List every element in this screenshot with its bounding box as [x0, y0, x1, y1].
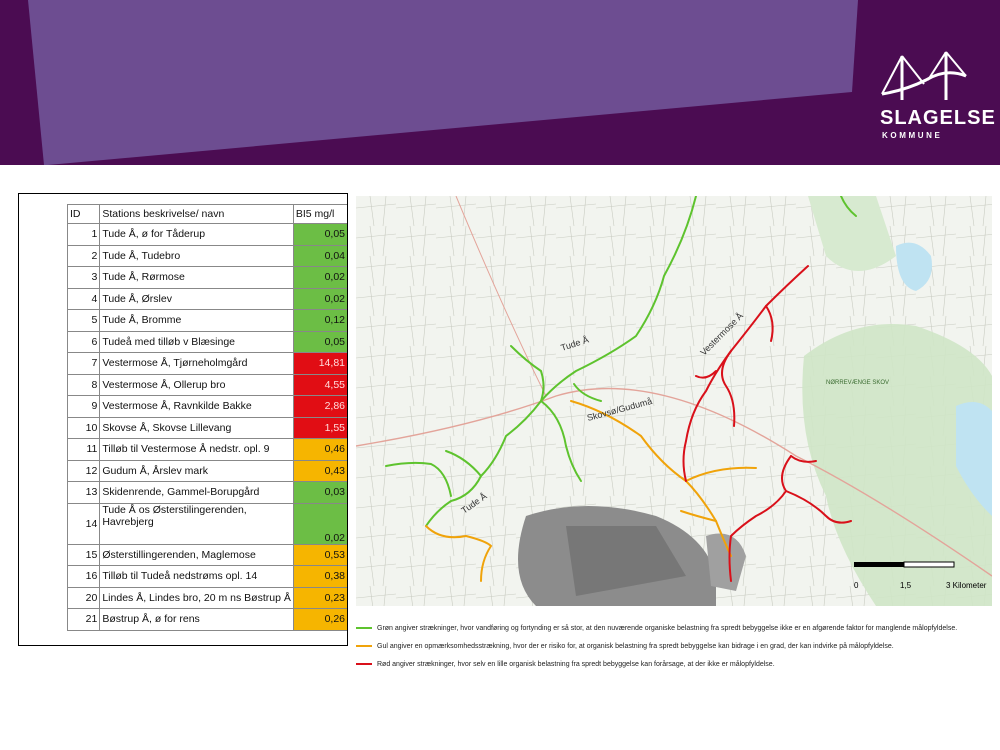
station-id: 6 [67, 330, 101, 353]
station-description: Tude Å, Rørmose [99, 266, 294, 289]
station-id: 11 [67, 438, 101, 461]
table-row: 11 Tilløb til Vestermose Å nedstr. opl. 9… [67, 438, 347, 461]
legend-green-swatch [356, 627, 372, 629]
station-id: 10 [67, 416, 101, 439]
legend-green-row: Grøn angiver strækninger, hvor vandførin… [356, 622, 957, 634]
station-description: Skidenrende, Gammel-Borupgård [99, 481, 294, 504]
station-table: ID Stations beskrivelse/ navn BI5 mg/l 1… [67, 204, 347, 631]
station-id: 15 [67, 543, 101, 566]
station-description: Tude Å, Bromme [99, 309, 294, 332]
station-id: 9 [67, 395, 101, 418]
bi5-value: 0,02 [292, 266, 347, 289]
bi5-value: 0,05 [292, 330, 347, 353]
table-row: 15 Østerstillingerenden, Maglemose 0,53 [67, 543, 347, 566]
map-label-forest: NØRREVÆNGE SKOV [826, 380, 889, 386]
table-row: 20 Lindes Å, Lindes bro, 20 m ns Bøstrup … [67, 586, 347, 609]
header-station: Stations beskrivelse/ navn [99, 204, 294, 224]
bi5-value: 0,43 [292, 459, 347, 482]
station-description: Tude Å, Ørslev [99, 287, 294, 310]
table-row: 13 Skidenrende, Gammel-Borupgård 0,03 [67, 481, 347, 504]
table-row: 8 Vestermose Å, Ollerup bro 4,55 [67, 373, 347, 396]
station-description: Bøstrup Å, ø for rens [99, 608, 294, 631]
station-id: 12 [67, 459, 101, 482]
bi5-value: 0,26 [292, 608, 347, 631]
table-row: 7 Vestermose Å, Tjørneholmgård 14,81 [67, 352, 347, 375]
bi5-value: 0,04 [292, 244, 347, 267]
station-id: 7 [67, 352, 101, 375]
station-description: Lindes Å, Lindes bro, 20 m ns Bøstrup Å [99, 586, 294, 609]
bi5-value: 0,38 [292, 565, 347, 588]
legend-yellow-text: Gul angiver en opmærksomhedsstrækning, h… [377, 642, 894, 650]
table-row: 10 Skovse Å, Skovse Lillevang 1,55 [67, 416, 347, 439]
station-description: Vestermose Å, Ollerup bro [99, 373, 294, 396]
station-description: Vestermose Å, Tjørneholmgård [99, 352, 294, 375]
bi5-value: 0,53 [292, 543, 347, 566]
legend-red-row: Rød angiver strækninger, hvor selv en li… [356, 658, 775, 670]
bi5-value: 0,23 [292, 586, 347, 609]
station-description: Gudum Å, Årslev mark [99, 459, 294, 482]
station-id: 2 [67, 244, 101, 267]
table-row: 4 Tude Å, Ørslev 0,02 [67, 287, 347, 310]
table-row: 12 Gudum Å, Årslev mark 0,43 [67, 459, 347, 482]
scale-0: 0 [854, 581, 859, 590]
brand-sub: KOMMUNE [882, 131, 943, 140]
bi5-value: 0,03 [292, 481, 347, 504]
station-id: 20 [67, 586, 101, 609]
station-id: 8 [67, 373, 101, 396]
station-description-line: Havrebjerg [102, 515, 154, 528]
legend-red-swatch [356, 663, 372, 665]
station-description: Tude Å, Tudebro [99, 244, 294, 267]
station-id: 5 [67, 309, 101, 332]
station-description-line: Tude Å os Østerstilingerenden, [102, 503, 247, 516]
table-row: 1 Tude Å, ø for Tåderup 0,05 [67, 223, 347, 246]
table-row: 3 Tude Å, Rørmose 0,02 [67, 266, 347, 289]
river-map: Tude Å Tude Å Vestermose Å Skovsø/Gudumå… [356, 196, 992, 606]
legend-yellow-row: Gul angiver en opmærksomhedsstrækning, h… [356, 640, 894, 652]
header-id: ID [67, 204, 101, 224]
legend-red-text: Rød angiver strækninger, hvor selv en li… [377, 660, 775, 668]
station-id: 16 [67, 565, 101, 588]
station-id: 4 [67, 287, 101, 310]
header-banner [0, 0, 1000, 165]
table-row: 6 Tudeå med tilløb v Blæsinge 0,05 [67, 330, 347, 353]
bi5-value: 14,81 [292, 352, 347, 375]
legend-yellow-swatch [356, 645, 372, 647]
table-header-row: ID Stations beskrivelse/ navn BI5 mg/l [67, 204, 347, 224]
map-legend: Grøn angiver strækninger, hvor vandførin… [356, 608, 992, 674]
bi5-value: 1,55 [292, 416, 347, 439]
table-row: 14 Tude Å os Østerstilingerenden, Havrebje… [67, 502, 347, 545]
station-description: Vestermose Å, Ravnkilde Bakke [99, 395, 294, 418]
scale-3-km: 3 Kilometer [946, 581, 987, 590]
station-id: 13 [67, 481, 101, 504]
scale-1-5: 1,5 [900, 581, 912, 590]
bi5-value: 0,05 [292, 223, 347, 246]
station-description: Tude Å, ø for Tåderup [99, 223, 294, 246]
bi5-value: 2,86 [292, 395, 347, 418]
station-id: 21 [67, 608, 101, 631]
station-table-panel: ID Stations beskrivelse/ navn BI5 mg/l 1… [18, 193, 348, 646]
table-row: 5 Tude Å, Bromme 0,12 [67, 309, 347, 332]
bi5-value: 0,12 [292, 309, 347, 332]
station-description: Østerstillingerenden, Maglemose [99, 543, 294, 566]
table-body: 1 Tude Å, ø for Tåderup 0,05 2 Tude Å, Tudeb… [67, 223, 347, 631]
station-id: 1 [67, 223, 101, 246]
brand-name: SLAGELSE [880, 107, 996, 129]
table-row: 21 Bøstrup Å, ø for rens 0,26 [67, 608, 347, 631]
station-description: Skovse Å, Skovse Lillevang [99, 416, 294, 439]
bi5-value: 0,02 [292, 502, 347, 545]
station-description: Tilløb til Vestermose Å nedstr. opl. 9 [99, 438, 294, 461]
table-row: 2 Tude Å, Tudebro 0,04 [67, 244, 347, 267]
table-row: 9 Vestermose Å, Ravnkilde Bakke 2,86 [67, 395, 347, 418]
bi5-value: 4,55 [292, 373, 347, 396]
table-row: 16 Tilløb til Tudeå nedstrøms opl. 14 0,38 [67, 565, 347, 588]
station-description: Tilløb til Tudeå nedstrøms opl. 14 [99, 565, 294, 588]
bi5-value: 0,46 [292, 438, 347, 461]
legend-green-text: Grøn angiver strækninger, hvor vandførin… [377, 624, 958, 632]
bi5-value: 0,02 [292, 287, 347, 310]
station-description: Tudeå med tilløb v Blæsinge [99, 330, 294, 353]
station-description: Tude Å os Østerstilingerenden, Havrebjerg [99, 502, 294, 545]
station-id: 3 [67, 266, 101, 289]
station-id: 14 [67, 502, 101, 545]
header-bi5: BI5 mg/l [292, 204, 347, 224]
